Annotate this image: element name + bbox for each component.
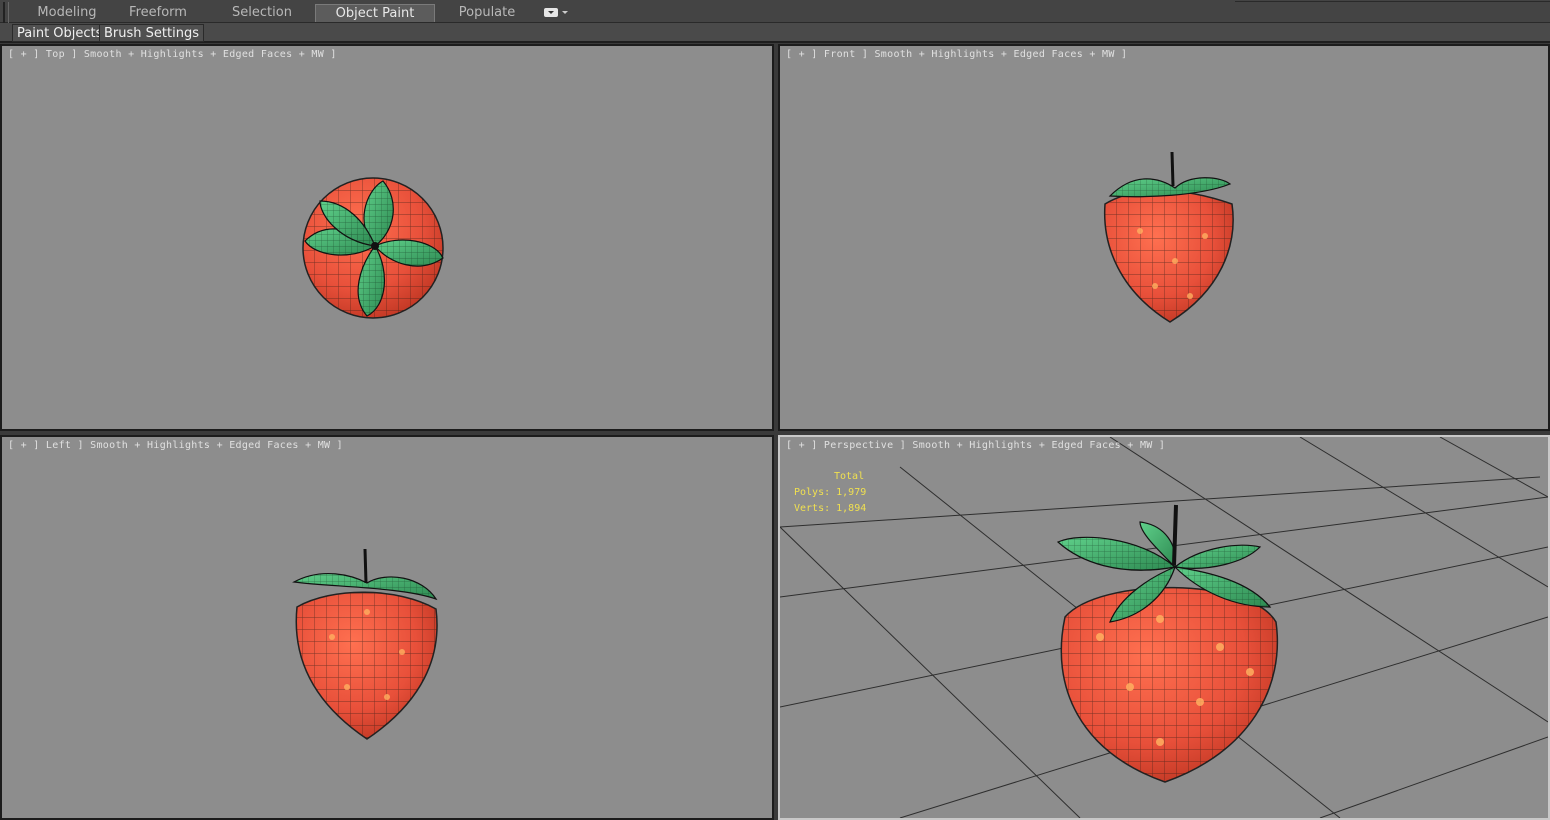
viewport-front-label[interactable]: [ + ] Front ] Smooth + Highlights + Edge… <box>786 49 1127 60</box>
ribbon-options-icon[interactable] <box>544 7 568 19</box>
paint-objects-button[interactable]: Paint Objects <box>12 24 108 42</box>
tab-object-paint[interactable]: Object Paint <box>315 4 435 22</box>
strawberry-front-view <box>1103 151 1234 323</box>
tab-modeling[interactable]: Modeling <box>20 4 114 22</box>
scene-statistics: Total Polys: 1,979 Verts: 1,894 <box>794 469 866 517</box>
tab-freeform[interactable]: Freeform <box>112 4 204 22</box>
strawberry-left-view <box>292 548 438 740</box>
tab-selection[interactable]: Selection <box>214 4 310 22</box>
viewport-perspective-label[interactable]: [ + ] Perspective ] Smooth + Highlights … <box>786 440 1165 451</box>
ribbon-tab-bar: Modeling Freeform Selection Object Paint… <box>0 0 1550 42</box>
stats-polys: Polys: 1,979 <box>794 487 867 498</box>
viewport-left-label[interactable]: [ + ] Left ] Smooth + Highlights + Edged… <box>8 440 343 451</box>
viewport-front[interactable]: [ + ] Front ] Smooth + Highlights + Edge… <box>778 44 1550 431</box>
viewport-top[interactable]: [ + ] Top ] Smooth + Highlights + Edged … <box>0 44 774 431</box>
tab-populate[interactable]: Populate <box>440 4 534 22</box>
strawberry-perspective-view <box>1056 504 1279 783</box>
stats-title: Total <box>834 471 865 482</box>
ribbon-panel: Paint Objects Brush Settings <box>0 23 1550 43</box>
viewport-top-label[interactable]: [ + ] Top ] Smooth + Highlights + Edged … <box>8 49 337 60</box>
strawberry-top-view <box>302 177 444 319</box>
viewport-perspective[interactable]: [ + ] Perspective ] Smooth + Highlights … <box>778 435 1550 820</box>
stats-verts: Verts: 1,894 <box>794 503 867 514</box>
viewport-left[interactable]: [ + ] Left ] Smooth + Highlights + Edged… <box>0 435 774 820</box>
brush-settings-button[interactable]: Brush Settings <box>99 24 204 42</box>
ribbon-divider <box>1235 1 1550 2</box>
